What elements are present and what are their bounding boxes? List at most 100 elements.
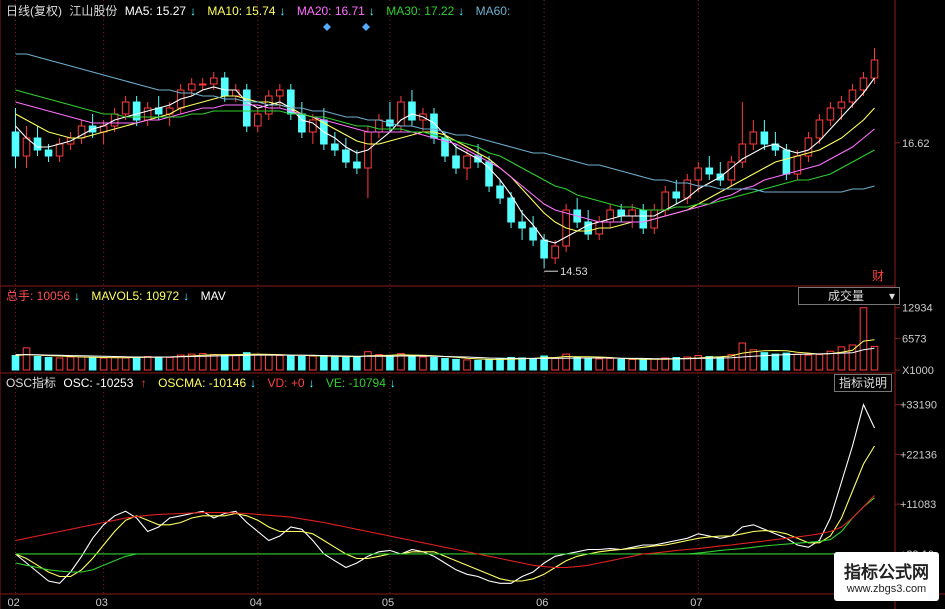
volume-panel[interactable] xyxy=(11,307,879,371)
volume-y-tick-label: 12934 xyxy=(902,303,933,315)
candle-body xyxy=(44,149,53,157)
candle-body xyxy=(540,239,548,259)
ma30-label: MA30: 17.22 ↓ xyxy=(386,4,465,18)
candle-body xyxy=(672,191,681,199)
candle-body xyxy=(727,161,736,181)
candle-body xyxy=(507,197,515,223)
candle-body xyxy=(826,107,835,121)
price-y-tick-label: 16.62 xyxy=(902,138,930,150)
oscma-value-label: OSCMA: -10146 ↓ xyxy=(158,376,257,390)
price-header: 日线(复权) 江山股份 MA5: 15.27 ↓ MA10: 15.74 ↓ MA2… xyxy=(6,4,514,18)
volume-bar xyxy=(55,357,64,371)
ma-line-ma60 xyxy=(15,53,875,193)
volume-bar xyxy=(606,357,614,371)
mavol5-label: MAVOL5: 10972 ↓ xyxy=(91,289,190,303)
x-tick-label: 03 xyxy=(96,597,108,609)
candle-body xyxy=(342,149,350,163)
volume-bar xyxy=(518,357,526,371)
volume-bar xyxy=(661,357,670,371)
candle-body xyxy=(33,137,42,151)
diamond-marker-icon xyxy=(323,23,331,31)
x-tick-label: 05 xyxy=(382,597,394,609)
volume-bar xyxy=(143,356,152,371)
volume-bar xyxy=(121,357,130,371)
volume-bar xyxy=(859,307,868,371)
volume-bar xyxy=(430,356,438,371)
volume-bar xyxy=(33,356,42,371)
volume-bar xyxy=(253,354,262,371)
ve-value-label: VE: -10794 ↓ xyxy=(325,376,396,390)
candle-body xyxy=(518,221,526,229)
candle-body xyxy=(353,161,361,169)
volume-bar xyxy=(276,355,284,371)
candle-body xyxy=(584,221,592,235)
volume-bar xyxy=(441,357,449,371)
osc-line-oscma xyxy=(15,445,875,582)
volume-y-tick-label: 6573 xyxy=(902,333,926,345)
chart-title: 日线(复权) xyxy=(6,4,62,18)
candle-body xyxy=(309,119,317,133)
volume-bar xyxy=(595,358,603,371)
volume-bar xyxy=(529,358,537,371)
osc-y-tick-label: +11083 xyxy=(900,499,936,511)
volume-bar xyxy=(66,356,75,371)
x-tick-label: 06 xyxy=(536,597,548,609)
volume-bar xyxy=(22,347,31,371)
candle-body xyxy=(496,185,504,199)
volume-bar xyxy=(231,354,240,371)
indicator-help-button[interactable]: 指标说明 xyxy=(834,374,893,392)
ma20-label: MA20: 16.71 ↓ xyxy=(296,4,375,18)
candle-body xyxy=(551,245,559,259)
volume-bar xyxy=(793,353,802,371)
volume-bar xyxy=(584,357,592,371)
volume-bar xyxy=(99,357,108,371)
volume-bar xyxy=(220,355,229,371)
candle-body xyxy=(848,89,857,103)
volume-bar xyxy=(485,358,493,371)
x-tick-label: 02 xyxy=(8,597,20,609)
volume-bar xyxy=(11,355,20,371)
candle-body xyxy=(187,83,196,91)
candle-body xyxy=(628,209,637,217)
volume-bar xyxy=(88,356,97,371)
candle-body xyxy=(276,89,284,97)
x-tick-label: 07 xyxy=(690,597,702,609)
volume-bar xyxy=(727,354,736,371)
osc-y-tick-label: +22136 xyxy=(900,449,937,461)
watermark: 指标公式网 www.zbgs3.com xyxy=(834,552,939,601)
volume-bar xyxy=(77,356,86,371)
volume-bar xyxy=(870,345,879,371)
volume-bar xyxy=(771,353,780,371)
volume-bar xyxy=(650,358,659,371)
candle-body xyxy=(617,209,626,217)
volume-bar xyxy=(209,354,218,371)
stock-name: 江山股份 xyxy=(69,4,118,18)
diamond-marker-icon xyxy=(362,23,370,31)
candle-body xyxy=(859,77,868,91)
candle-body xyxy=(529,227,537,241)
total-volume-label: 总手: 10056 ↓ xyxy=(6,289,81,303)
candle-body xyxy=(452,155,460,169)
volume-indicator-dropdown[interactable]: 成交量 ▾ xyxy=(798,287,900,305)
volume-bar xyxy=(386,355,394,371)
min-price-label: 14.53 xyxy=(560,266,588,278)
candle-body xyxy=(760,131,769,145)
volume-bar xyxy=(320,355,328,371)
volume-bar xyxy=(474,359,482,371)
volume-bar xyxy=(309,355,317,371)
candle-body xyxy=(463,155,471,169)
candle-body xyxy=(121,101,130,115)
candle-body xyxy=(298,113,306,133)
volume-dropdown-label: 成交量 xyxy=(827,289,864,303)
osc-panel[interactable] xyxy=(15,403,875,584)
volume-bar xyxy=(419,356,427,371)
candle-body xyxy=(749,131,758,145)
volume-bar xyxy=(573,356,581,371)
candle-body xyxy=(705,167,714,175)
volume-bar xyxy=(815,354,824,371)
price-panel[interactable]: 14.53 财 xyxy=(11,23,884,283)
candle-body xyxy=(837,101,846,109)
candle-body xyxy=(408,101,416,121)
watermark-title: 指标公式网 xyxy=(844,563,929,582)
volume-bar xyxy=(342,356,350,371)
